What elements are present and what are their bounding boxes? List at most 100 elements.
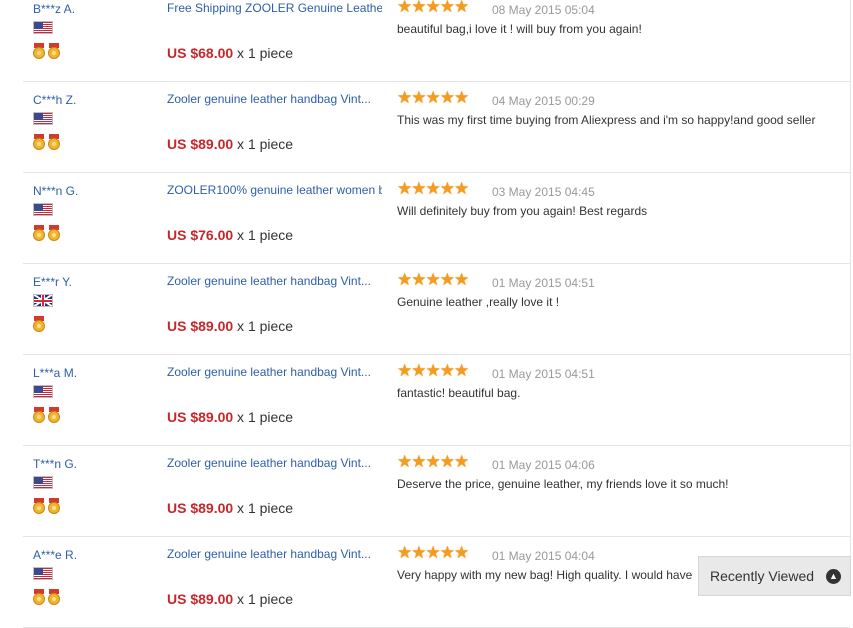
- medal-icon: [33, 316, 45, 332]
- medal-icon: [33, 43, 45, 59]
- star-icon: ★: [454, 179, 470, 198]
- star-icon: ★: [439, 88, 455, 107]
- feedback-comment: This was my first time buying from Aliex…: [397, 113, 816, 127]
- buyer-level-medals: [33, 589, 63, 605]
- star-icon: ★: [454, 452, 470, 471]
- buyer-name[interactable]: T***n G.: [33, 457, 77, 471]
- star-icon: ★: [411, 361, 427, 380]
- star-icon: ★: [454, 361, 470, 380]
- price-amount: US $89.00: [167, 318, 234, 334]
- buyer-name[interactable]: C***h Z.: [33, 93, 76, 107]
- star-icon: ★: [425, 88, 441, 107]
- star-rating: ★★★★★: [397, 543, 470, 562]
- buyer-level-medals: [33, 407, 63, 423]
- order-quantity: x 1 piece: [233, 591, 294, 607]
- product-link[interactable]: Zooler genuine leather handbag Vint...: [167, 455, 382, 471]
- feedback-date: 03 May 2015 04:45: [492, 185, 595, 199]
- product-link[interactable]: Free Shipping ZOOLER Genuine Leathe...: [167, 0, 382, 16]
- buyer-name[interactable]: N***n G.: [33, 184, 78, 198]
- star-rating: ★★★★★: [397, 0, 470, 16]
- star-icon: ★: [397, 452, 413, 471]
- star-rating: ★★★★★: [397, 452, 470, 471]
- feedback-date: 01 May 2015 04:04: [492, 549, 595, 563]
- star-icon: ★: [439, 452, 455, 471]
- medal-icon: [33, 407, 45, 423]
- feedback-comment: Deserve the price, genuine leather, my f…: [397, 477, 729, 491]
- order-price: US $89.00 x 1 piece: [167, 318, 293, 334]
- feedback-comment: Genuine leather ,really love it !: [397, 295, 560, 309]
- feedback-date: 08 May 2015 05:04: [492, 3, 595, 17]
- buyer-name[interactable]: B***z A.: [33, 2, 75, 16]
- price-amount: US $89.00: [167, 591, 234, 607]
- order-price: US $89.00 x 1 piece: [167, 500, 293, 516]
- medal-icon: [48, 407, 60, 423]
- us-flag-icon: [33, 203, 53, 216]
- order-price: US $89.00 x 1 piece: [167, 409, 293, 425]
- medal-icon: [33, 225, 45, 241]
- product-link[interactable]: Zooler genuine leather handbag Vint...: [167, 546, 382, 562]
- star-icon: ★: [425, 361, 441, 380]
- order-quantity: x 1 piece: [233, 227, 294, 243]
- star-icon: ★: [425, 452, 441, 471]
- star-rating: ★★★★★: [397, 361, 470, 380]
- product-link[interactable]: ZOOLER100% genuine leather women ba...: [167, 182, 382, 198]
- star-icon: ★: [454, 0, 470, 16]
- star-icon: ★: [454, 543, 470, 562]
- price-amount: US $76.00: [167, 227, 234, 243]
- star-icon: ★: [439, 543, 455, 562]
- price-amount: US $89.00: [167, 409, 234, 425]
- us-flag-icon: [33, 21, 53, 34]
- medal-icon: [48, 43, 60, 59]
- medal-icon: [33, 498, 45, 514]
- medal-icon: [48, 225, 60, 241]
- product-link[interactable]: Zooler genuine leather handbag Vint...: [167, 91, 382, 107]
- feedback-row: E***r Y. Zooler genuine leather handbag …: [23, 264, 850, 355]
- star-icon: ★: [425, 0, 441, 16]
- feedback-date: 01 May 2015 04:51: [492, 276, 595, 290]
- star-icon: ★: [397, 88, 413, 107]
- buyer-name[interactable]: L***a M.: [33, 366, 77, 380]
- us-flag-icon: [33, 476, 53, 489]
- star-icon: ★: [397, 0, 413, 16]
- medal-icon: [48, 134, 60, 150]
- price-amount: US $89.00: [167, 136, 234, 152]
- buyer-level-medals: [33, 134, 63, 150]
- feedback-comment: fantastic! beautiful bag.: [397, 386, 521, 400]
- order-price: US $89.00 x 1 piece: [167, 591, 293, 607]
- order-price: US $76.00 x 1 piece: [167, 227, 293, 243]
- buyer-level-medals: [33, 316, 48, 332]
- buyer-name[interactable]: E***r Y.: [33, 275, 72, 289]
- price-amount: US $89.00: [167, 500, 234, 516]
- recently-viewed-label: Recently Viewed: [710, 568, 815, 584]
- star-icon: ★: [454, 270, 470, 289]
- star-rating: ★★★★★: [397, 179, 470, 198]
- star-icon: ★: [411, 88, 427, 107]
- feedback-row: B***z A. Free Shipping ZOOLER Genuine Le…: [23, 0, 850, 82]
- us-flag-icon: [33, 567, 53, 580]
- buyer-level-medals: [33, 225, 63, 241]
- uk-flag-icon: [33, 294, 53, 307]
- order-quantity: x 1 piece: [233, 409, 294, 425]
- recently-viewed-button[interactable]: Recently Viewed ▲: [698, 556, 851, 596]
- feedback-row: C***h Z. Zooler genuine leather handbag …: [23, 82, 850, 173]
- feedback-row: N***n G. ZOOLER100% genuine leather wome…: [23, 173, 850, 264]
- star-icon: ★: [397, 543, 413, 562]
- feedback-date: 01 May 2015 04:06: [492, 458, 595, 472]
- star-icon: ★: [411, 179, 427, 198]
- us-flag-icon: [33, 112, 53, 125]
- feedback-comment: beautiful bag,i love it ! will buy from …: [397, 22, 642, 36]
- product-link[interactable]: Zooler genuine leather handbag Vint...: [167, 273, 382, 289]
- star-icon: ★: [411, 452, 427, 471]
- star-rating: ★★★★★: [397, 88, 470, 107]
- feedback-row: T***n G. Zooler genuine leather handbag …: [23, 446, 850, 537]
- star-icon: ★: [454, 88, 470, 107]
- feedback-date: 04 May 2015 00:29: [492, 94, 595, 108]
- chevron-up-icon: ▲: [826, 569, 841, 584]
- star-icon: ★: [439, 361, 455, 380]
- product-link[interactable]: Zooler genuine leather handbag Vint...: [167, 364, 382, 380]
- medal-icon: [33, 589, 45, 605]
- buyer-name[interactable]: A***e R.: [33, 548, 77, 562]
- medal-icon: [33, 134, 45, 150]
- order-quantity: x 1 piece: [233, 318, 294, 334]
- feedback-list: B***z A. Free Shipping ZOOLER Genuine Le…: [0, 0, 853, 628]
